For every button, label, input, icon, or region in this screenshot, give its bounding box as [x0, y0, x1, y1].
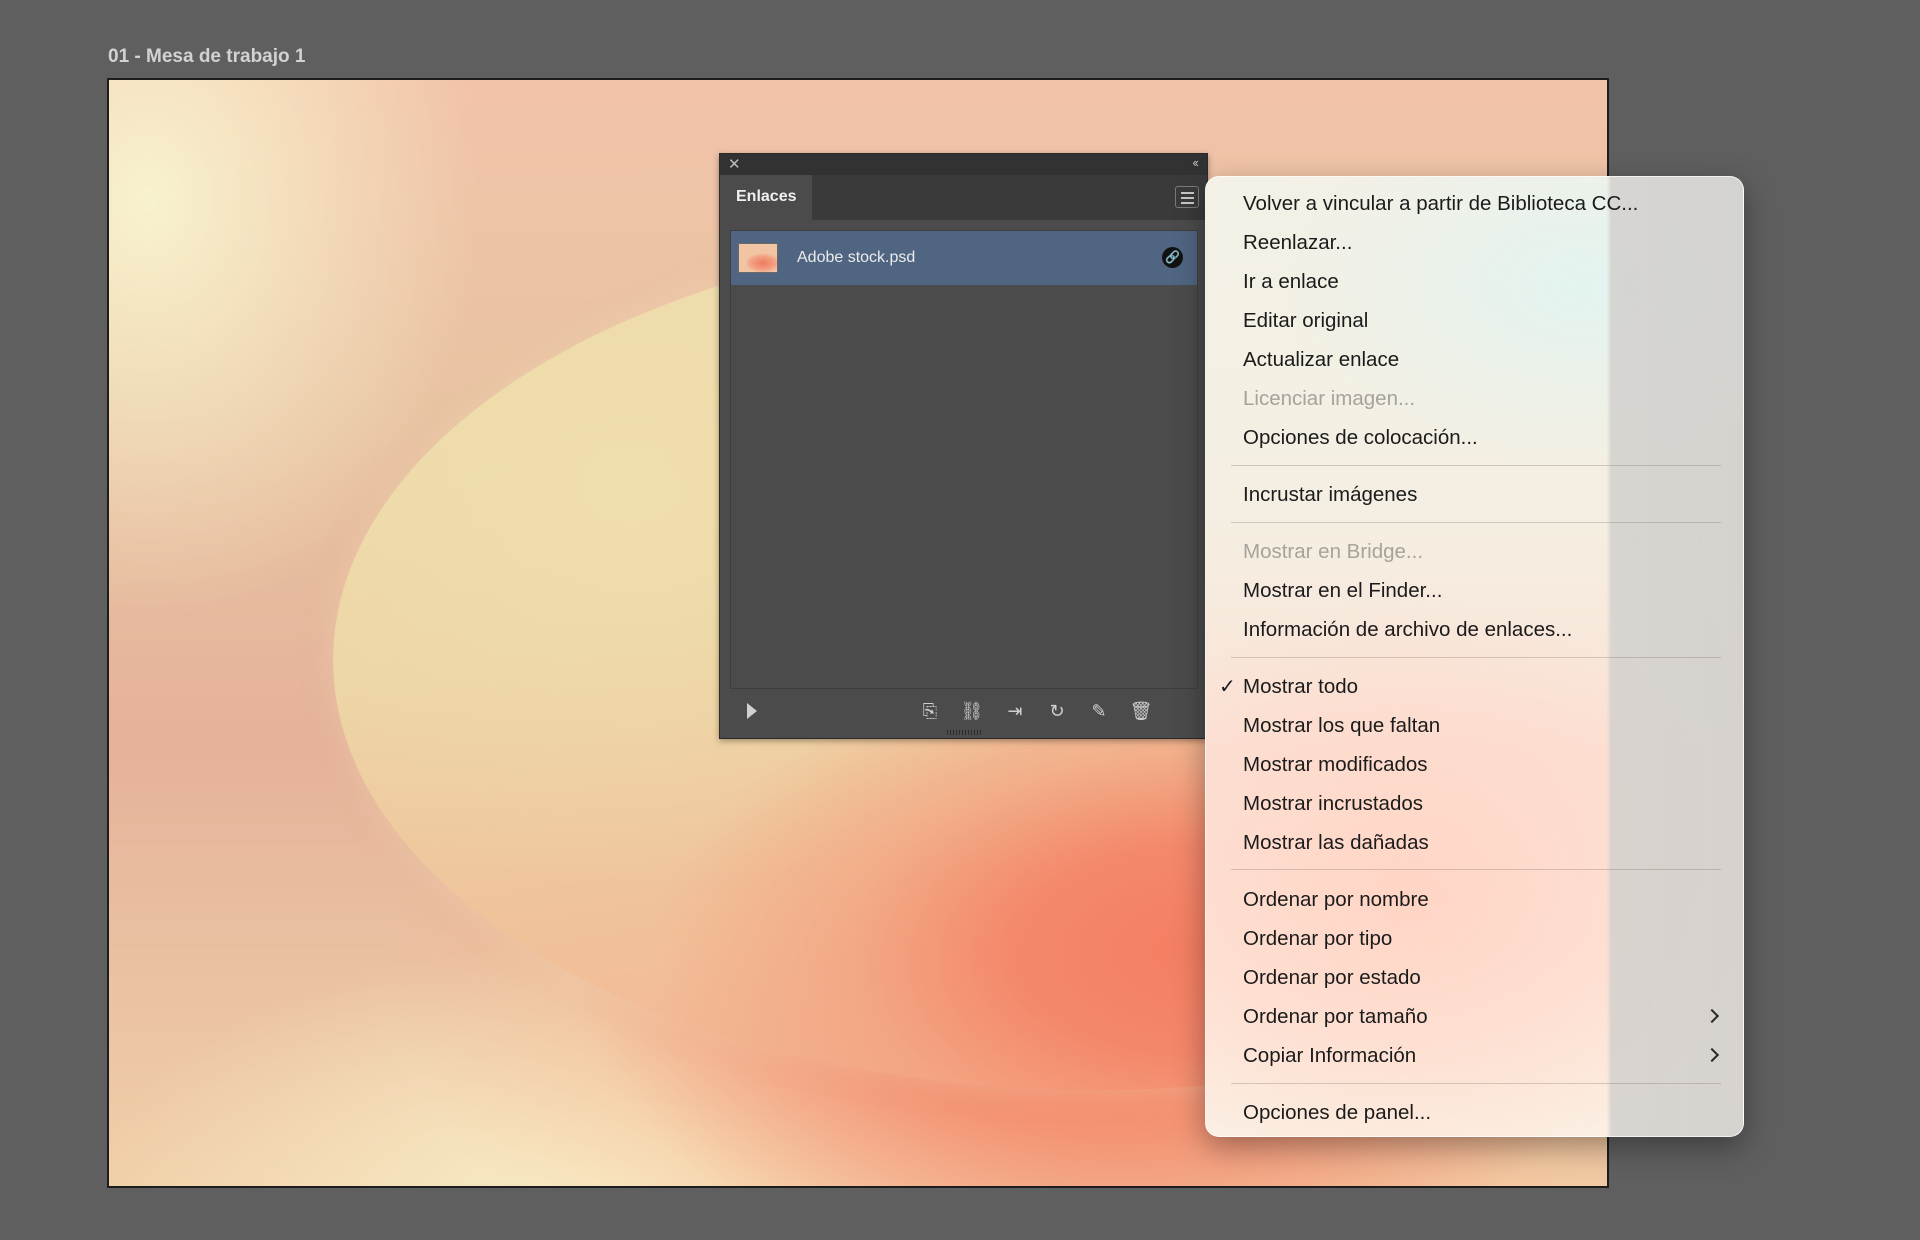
menu-item-show-embedded[interactable]: Mostrar incrustados [1243, 788, 1423, 820]
menu-item-panel-options[interactable]: Opciones de panel... [1243, 1097, 1431, 1129]
menu-item-go-to-link[interactable]: Ir a enlace [1243, 266, 1339, 298]
menu-separator [1231, 465, 1721, 466]
relink-icon[interactable]: ⛓ [959, 699, 985, 723]
chevron-right-icon [1704, 1047, 1720, 1063]
panel-menu-icon[interactable] [1175, 186, 1199, 208]
menu-item-edit-original[interactable]: Editar original [1243, 305, 1368, 337]
menu-item-placement-options[interactable]: Opciones de colocación... [1243, 422, 1478, 454]
close-icon[interactable]: ✕ [728, 155, 741, 173]
menu-item-link-file-info[interactable]: Información de archivo de enlaces... [1243, 614, 1572, 646]
menu-item-relink[interactable]: Reenlazar... [1243, 227, 1352, 259]
menu-item-reveal-bridge: Mostrar en Bridge... [1243, 540, 1424, 563]
menu-item-relink-cc[interactable]: Volver a vincular a partir de Biblioteca… [1243, 188, 1638, 220]
menu-item-sort-status[interactable]: Ordenar por estado [1243, 962, 1421, 994]
menu-item-show-all[interactable]: Mostrar todo [1243, 671, 1358, 703]
panel-context-menu: Volver a vincular a partir de Biblioteca… [1205, 176, 1744, 1137]
menu-item-reveal-finder[interactable]: Mostrar en el Finder... [1243, 575, 1442, 607]
trash-icon[interactable]: 🗑 [1128, 699, 1154, 723]
menu-separator [1231, 869, 1721, 870]
menu-item-show-modified[interactable]: Mostrar modificados [1243, 749, 1428, 781]
collapse-icon[interactable]: ‹‹ [1192, 155, 1199, 170]
update-link-icon[interactable]: ↻ [1044, 699, 1070, 723]
list-item[interactable]: Adobe stock.psd 🔗 [731, 231, 1197, 285]
menu-separator [1231, 1083, 1721, 1084]
panel-title-bar[interactable]: ✕ ‹‹ [720, 154, 1207, 175]
menu-item-sort-name[interactable]: Ordenar por nombre [1243, 884, 1429, 916]
menu-item-show-broken[interactable]: Mostrar las dañadas [1243, 827, 1429, 859]
resize-grip[interactable] [947, 730, 981, 735]
menu-item-license-image: Licenciar imagen... [1243, 387, 1416, 410]
link-icon: 🔗 [1162, 247, 1183, 268]
show-info-play-icon[interactable] [747, 703, 757, 719]
link-thumbnail [738, 243, 778, 273]
checkmark-icon: ✓ [1219, 676, 1236, 698]
edit-original-icon[interactable]: ✎ [1086, 699, 1112, 723]
artboard-label: 01 - Mesa de trabajo 1 [108, 46, 306, 67]
go-to-link-icon[interactable]: ⇥ [1002, 699, 1028, 723]
chevron-right-icon [1704, 1008, 1720, 1024]
menu-separator [1231, 522, 1721, 523]
menu-item-copy-info[interactable]: Copiar Información [1243, 1040, 1416, 1072]
links-panel: ✕ ‹‹ Enlaces Adobe stock.psd 🔗 ⎘ ⛓ ⇥ ↻ ✎… [719, 153, 1208, 739]
panel-tab-row: Enlaces [720, 175, 1207, 220]
relink-from-cc-icon[interactable]: ⎘ [917, 699, 943, 723]
menu-item-sort-kind[interactable]: Ordenar por tipo [1243, 923, 1392, 955]
link-name: Adobe stock.psd [797, 249, 916, 266]
menu-item-sort-size[interactable]: Ordenar por tamaño [1243, 1001, 1428, 1033]
menu-item-update-link[interactable]: Actualizar enlace [1243, 344, 1399, 376]
links-list[interactable]: Adobe stock.psd 🔗 [730, 230, 1198, 689]
tab-links[interactable]: Enlaces [720, 175, 813, 220]
menu-item-show-missing[interactable]: Mostrar los que faltan [1243, 710, 1440, 742]
menu-separator [1231, 657, 1721, 658]
menu-item-embed-images[interactable]: Incrustar imágenes [1243, 479, 1417, 511]
panel-toolbar: ⎘ ⛓ ⇥ ↻ ✎ 🗑 [720, 696, 1207, 726]
